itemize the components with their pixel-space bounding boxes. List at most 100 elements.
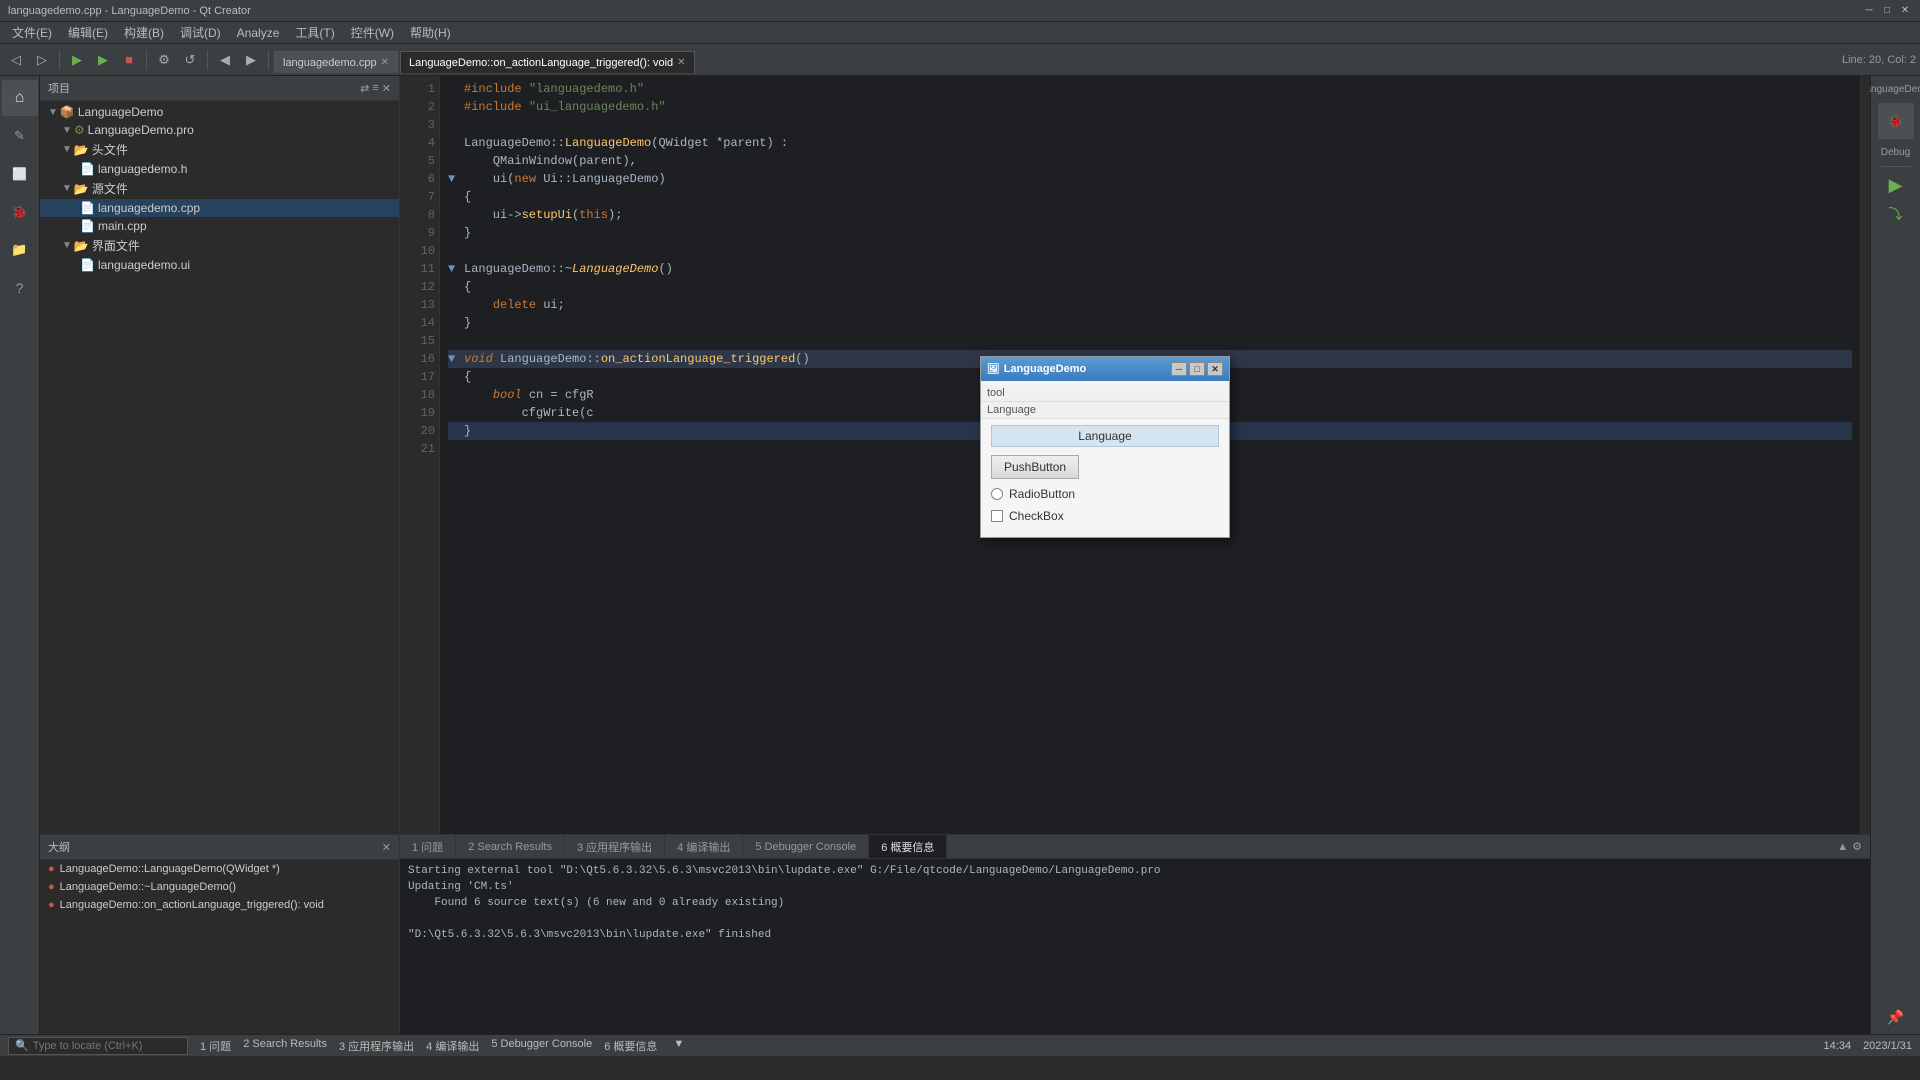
tree-label-pro: LanguageDemo.pro — [88, 123, 194, 137]
output-tab-compile[interactable]: 4 编译输出 — [665, 835, 743, 858]
dialog-maximize-btn[interactable]: □ — [1189, 362, 1205, 376]
search-input[interactable] — [33, 1040, 181, 1052]
output-tab-search[interactable]: 2 Search Results — [456, 835, 565, 858]
menu-help[interactable]: 帮助(H) — [402, 22, 459, 43]
dialog-push-button[interactable]: PushButton — [991, 455, 1079, 479]
dialog-titlebar[interactable]: 🖼 LanguageDemo ─ □ ✕ — [981, 357, 1229, 381]
stop-button[interactable]: ■ — [117, 48, 141, 72]
tree-arrow-sources[interactable]: ▼ — [62, 183, 72, 194]
tree-arrow-root[interactable]: ▼ — [48, 107, 58, 118]
status-compile-output[interactable]: 4 编译输出 — [426, 1038, 479, 1054]
outline-item-constructor[interactable]: ● LanguageDemo::LanguageDemo(QWidget *) — [40, 860, 399, 878]
sidebar-icon-projects[interactable]: 📁 — [2, 232, 38, 268]
code-pun-11: ::~ — [550, 260, 572, 278]
dialog-close-btn[interactable]: ✕ — [1207, 362, 1223, 376]
menu-analyze[interactable]: Analyze — [229, 24, 288, 42]
arrow-6[interactable]: ▼ — [448, 170, 464, 188]
tree-item-languagedemo[interactable]: ▼ 📦 LanguageDemo — [40, 103, 399, 121]
close-button[interactable]: ✕ — [1898, 4, 1912, 18]
code-line-5: QMainWindow(parent), — [448, 152, 1852, 170]
tab-languagedemo-cpp[interactable]: languagedemo.cpp ✕ — [274, 51, 398, 73]
tree-arrow-pro[interactable]: ▼ — [62, 125, 72, 136]
dialog-toolbar: Language — [981, 402, 1229, 419]
prev-button[interactable]: ◀ — [213, 48, 237, 72]
debug-run-button[interactable]: ▶ — [91, 48, 115, 72]
project-sync-btn[interactable]: ⇄ — [360, 82, 369, 95]
code-line-6: ▼ ui(new Ui::LanguageDemo) — [448, 170, 1852, 188]
status-summary-icon[interactable]: ▼ — [673, 1038, 684, 1054]
output-gear-btn[interactable]: ⚙ — [1852, 840, 1862, 853]
debug-run-btn[interactable]: ▶ — [1889, 175, 1903, 196]
sidebar-icon-edit[interactable]: ✎ — [2, 118, 38, 154]
tree-item-sources[interactable]: ▼ 📂 源文件 — [40, 178, 399, 199]
code-container[interactable]: 1 2 3 4 5 6 7 8 9 10 11 12 13 14 15 16 1… — [400, 76, 1870, 834]
menu-widget[interactable]: 控件(W) — [343, 22, 402, 43]
dialog-checkbox[interactable]: CheckBox — [991, 509, 1219, 523]
arrow-11[interactable]: ▼ — [448, 260, 464, 278]
code-line-3 — [448, 116, 1852, 134]
menu-tools[interactable]: 工具(T) — [287, 22, 342, 43]
dialog-window-controls: ─ □ ✕ — [1171, 362, 1223, 376]
tree-item-cpp[interactable]: 📄 languagedemo.cpp — [40, 199, 399, 217]
tree-label-root: LanguageDemo — [78, 105, 163, 119]
tree-item-h[interactable]: 📄 languagedemo.h — [40, 160, 399, 178]
tab-close-2[interactable]: ✕ — [677, 57, 685, 68]
dialog-menu-label[interactable]: tool — [987, 387, 1005, 399]
status-debugger-console[interactable]: 5 Debugger Console — [491, 1038, 592, 1054]
arrow-16[interactable]: ▼ — [448, 350, 464, 368]
main-layout: ⌂ ✎ ⬜ 🐞 📁 ? 项目 ⇄ ≡ ✕ ▼ 📦 LanguageDemo — [0, 76, 1920, 1034]
outline-close-btn[interactable]: ✕ — [382, 842, 391, 854]
outline-item-destructor[interactable]: ● LanguageDemo::~LanguageDemo() — [40, 878, 399, 896]
tab-triggered[interactable]: LanguageDemo::on_actionLanguage_triggere… — [400, 51, 695, 73]
minimize-button[interactable]: ─ — [1862, 4, 1876, 18]
status-summary[interactable]: 6 概要信息 — [604, 1038, 657, 1054]
debug-panel-icon[interactable]: 🐞 — [1878, 103, 1914, 139]
tab-label-2: LanguageDemo::on_actionLanguage_triggere… — [409, 57, 673, 69]
code-paren-16: () — [795, 350, 809, 368]
status-app-output[interactable]: 3 应用程序输出 — [339, 1038, 414, 1054]
outline-header: 大纲 ✕ — [40, 835, 399, 860]
menu-debug[interactable]: 调试(D) — [172, 22, 229, 43]
output-tab-app[interactable]: 3 应用程序输出 — [565, 835, 665, 858]
editor-scrollbar[interactable] — [1860, 76, 1870, 834]
debug-step-btn[interactable]: ⤵ — [1889, 204, 1903, 224]
tree-arrow-ui[interactable]: ▼ — [62, 240, 72, 251]
tree-icon-maincpp: 📄 — [80, 219, 95, 233]
sidebar-icon-debug[interactable]: 🐞 — [2, 194, 38, 230]
project-close-btn[interactable]: ✕ — [382, 82, 391, 95]
run-button[interactable]: ▶ — [65, 48, 89, 72]
status-problems[interactable]: 1 问题 — [200, 1038, 231, 1054]
tree-arrow-headers[interactable]: ▼ — [62, 144, 72, 155]
menu-build[interactable]: 构建(B) — [116, 22, 172, 43]
sidebar-icon-design[interactable]: ⬜ — [2, 156, 38, 192]
sidebar-icon-help[interactable]: ? — [2, 270, 38, 306]
dialog-minimize-btn[interactable]: ─ — [1171, 362, 1187, 376]
sidebar-icon-welcome[interactable]: ⌂ — [2, 80, 38, 116]
status-search-results[interactable]: 2 Search Results — [243, 1038, 327, 1054]
output-tab-debugger[interactable]: 5 Debugger Console — [743, 835, 869, 858]
tree-item-ui-file[interactable]: 📄 languagedemo.ui — [40, 256, 399, 274]
tree-item-headers[interactable]: ▼ 📂 头文件 — [40, 139, 399, 160]
output-expand-btn[interactable]: ▲ — [1837, 841, 1848, 853]
search-box[interactable]: 🔍 — [8, 1037, 188, 1055]
forward-button[interactable]: ▷ — [30, 48, 54, 72]
next-button[interactable]: ▶ — [239, 48, 263, 72]
code-ui-13: ui; — [536, 296, 565, 314]
maximize-button[interactable]: □ — [1880, 4, 1894, 18]
debug-pin-btn[interactable]: 📌 — [1887, 1009, 1904, 1026]
back-button[interactable]: ◁ — [4, 48, 28, 72]
tab-close-1[interactable]: ✕ — [381, 57, 389, 68]
menu-file[interactable]: 文件(E) — [4, 22, 60, 43]
output-tab-summary[interactable]: 6 概要信息 — [869, 835, 947, 858]
output-tab-problems[interactable]: 1 问题 — [400, 835, 456, 858]
outline-item-triggered[interactable]: ● LanguageDemo::on_actionLanguage_trigge… — [40, 896, 399, 914]
tree-item-ui[interactable]: ▼ 📂 界面文件 — [40, 235, 399, 256]
menu-edit[interactable]: 编辑(E) — [60, 22, 116, 43]
rebuild-button[interactable]: ↺ — [178, 48, 202, 72]
dialog-radio-button[interactable]: RadioButton — [991, 487, 1219, 501]
tree-item-maincpp[interactable]: 📄 main.cpp — [40, 217, 399, 235]
build-button[interactable]: ⚙ — [152, 48, 176, 72]
status-items: 1 问题 2 Search Results 3 应用程序输出 4 编译输出 5 … — [200, 1038, 1812, 1054]
tree-item-pro[interactable]: ▼ ⚙ LanguageDemo.pro — [40, 121, 399, 139]
project-filter-btn[interactable]: ≡ — [372, 82, 378, 95]
